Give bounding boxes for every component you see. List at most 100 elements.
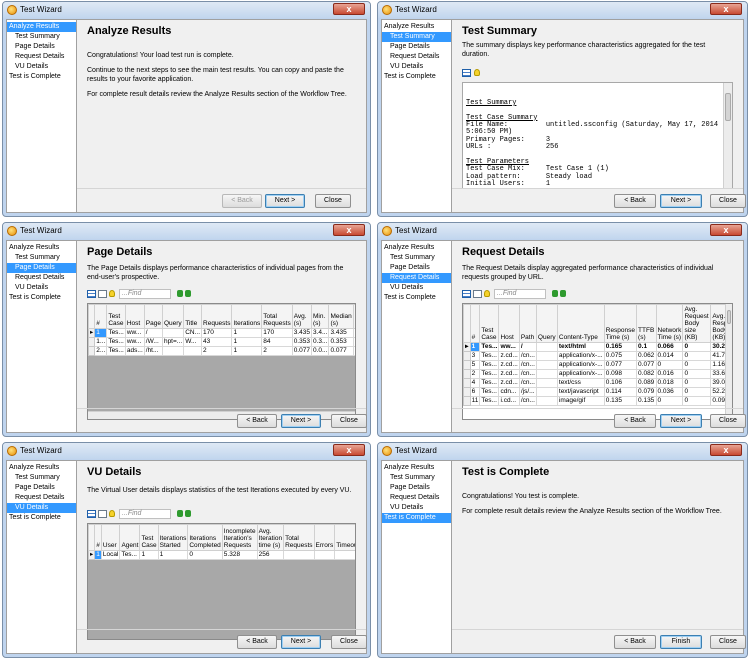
table-row[interactable]: 2 Tes... z.cd.../cn... application/x-... 0.0… [463,369,732,379]
back-button[interactable]: < Back [237,414,277,428]
nav-analyze-results[interactable]: Analyze Results [382,243,451,253]
find-input[interactable]: ...Find [119,289,171,299]
nav-request-details[interactable]: Request Details [382,273,451,283]
next-button[interactable]: Next > [660,194,702,208]
nav-analyze-results[interactable]: Analyze Results [382,463,451,473]
column-header[interactable]: Test Case [139,524,159,551]
column-header[interactable]: Test Case [106,304,126,329]
nav-page-details[interactable]: Page Details [7,483,76,493]
table-row[interactable]: 2... Tes... ads.../ht... 2 1 2 0.077 0.0... 0.07… [88,346,355,356]
next-button[interactable]: Next > [660,414,702,428]
column-header[interactable]: Min. (s) [310,304,330,329]
close-window-button[interactable]: x [333,444,365,456]
close-button[interactable]: Close [331,635,367,649]
back-button[interactable]: < Back [237,635,277,649]
bulb-icon[interactable] [109,510,115,517]
column-header[interactable]: TTFB (s) [636,304,657,343]
column-header[interactable]: Query [535,304,558,343]
nav-request-details[interactable]: Request Details [7,52,76,62]
find-next-icon[interactable] [177,510,183,517]
bulb-icon[interactable] [474,69,480,76]
nav-analyze-results[interactable]: Analyze Results [7,463,76,473]
close-button[interactable]: Close [315,194,351,208]
nav-request-details[interactable]: Request Details [382,52,451,62]
nav-test-summary[interactable]: Test Summary [7,253,76,263]
bulb-icon[interactable] [484,290,490,297]
calendar-icon[interactable] [473,290,482,298]
grid-icon[interactable] [87,290,96,298]
column-header[interactable]: # [469,304,481,343]
nav-vu-details[interactable]: VU Details [382,283,451,293]
nav-page-details[interactable]: Page Details [382,263,451,273]
grid-icon[interactable] [87,510,96,518]
find-prev-icon[interactable] [560,290,566,297]
column-header[interactable]: Content-Type [556,304,605,343]
nav-page-details[interactable]: Page Details [7,263,76,273]
find-prev-icon[interactable] [185,290,191,297]
table-row[interactable]: 3 Tes... z.cd.../cn... application/x-... 0.0… [463,351,732,361]
find-next-icon[interactable] [177,290,183,297]
column-header[interactable]: 9 [352,304,355,329]
nav-request-details[interactable]: Request Details [7,493,76,503]
next-button[interactable]: Next > [281,635,321,649]
next-button[interactable]: Next > [281,414,321,428]
close-window-button[interactable]: x [710,224,742,236]
table-row[interactable]: 6 Tes... cdn.../js/... text/javascript 0.114… [463,387,732,397]
column-header[interactable]: Query [161,304,185,329]
nav-test-complete[interactable]: Test is Complete [382,72,451,82]
nav-test-summary[interactable]: Test Summary [382,473,451,483]
column-header[interactable]: Agent [119,524,141,551]
nav-test-summary[interactable]: Test Summary [7,473,76,483]
table-row[interactable]: 1... Tes... ww.../W... hpt=... W... 43 1 84 0.35… [88,337,355,347]
finish-button[interactable]: Finish [660,635,702,649]
nav-test-complete[interactable]: Test is Complete [7,293,76,303]
grid-icon[interactable] [462,69,471,77]
find-input[interactable]: ...Find [119,509,171,519]
calendar-icon[interactable] [98,290,107,298]
table-row[interactable]: 5 Tes... z.cd.../cn... application/x-... 0.0… [463,360,732,370]
column-header[interactable]: Host [124,304,145,329]
next-button[interactable]: Next > [265,194,305,208]
column-header[interactable]: Iterations [231,304,263,329]
column-header[interactable]: # [94,524,102,551]
column-header[interactable]: User [100,524,121,551]
bulb-icon[interactable] [109,290,115,297]
column-header[interactable]: Median (s) [328,304,354,329]
nav-test-complete[interactable]: Test is Complete [7,72,76,82]
summary-report-text[interactable]: Test Summary Test Case Summary File Name:… [462,82,733,189]
table-row[interactable]: 4 Tes... z.cd.../cn... text/css 0.106 0.089 0.… [463,378,732,388]
close-window-button[interactable]: x [333,224,365,236]
back-button[interactable]: < Back [222,194,262,208]
nav-analyze-results[interactable]: Analyze Results [7,22,76,32]
column-header[interactable]: Host [498,304,520,343]
back-button[interactable]: < Back [614,194,656,208]
nav-test-summary[interactable]: Test Summary [382,253,451,263]
nav-request-details[interactable]: Request Details [7,273,76,283]
nav-test-summary[interactable]: Test Summary [382,32,451,42]
table-row[interactable]: ▸ 1 Tes... ww... / CN... 170 1 170 3.435 3.4... 3.4… [88,328,355,338]
column-header[interactable]: Page [143,304,163,329]
nav-vu-details[interactable]: VU Details [382,62,451,72]
table-row[interactable]: 11 Tes... i.cd.../cn... image/gif 0.135 0.135… [463,396,732,406]
find-input[interactable]: ...Find [494,289,546,299]
close-button[interactable]: Close [710,414,746,428]
column-header[interactable]: Iterations Completed [187,524,223,551]
close-window-button[interactable]: x [710,3,742,15]
column-header[interactable]: Response Time (s) [603,304,638,343]
vertical-scrollbar[interactable] [725,304,732,419]
nav-test-summary[interactable]: Test Summary [7,32,76,42]
nav-vu-details[interactable]: VU Details [7,503,76,513]
column-header[interactable]: Avg. Iteration time (s) [256,524,285,551]
grid-icon[interactable] [462,290,471,298]
nav-vu-details[interactable]: VU Details [7,283,76,293]
nav-test-complete[interactable]: Test is Complete [7,513,76,523]
column-header[interactable]: Network Time (s) [655,304,684,343]
nav-analyze-results[interactable]: Analyze Results [7,243,76,253]
nav-test-complete[interactable]: Test is Complete [382,513,451,523]
close-window-button[interactable]: x [333,3,365,15]
column-header[interactable]: Timeouts [334,524,355,551]
nav-page-details[interactable]: Page Details [7,42,76,52]
nav-page-details[interactable]: Page Details [382,483,451,493]
vertical-scrollbar[interactable] [723,83,732,188]
close-button[interactable]: Close [331,414,367,428]
